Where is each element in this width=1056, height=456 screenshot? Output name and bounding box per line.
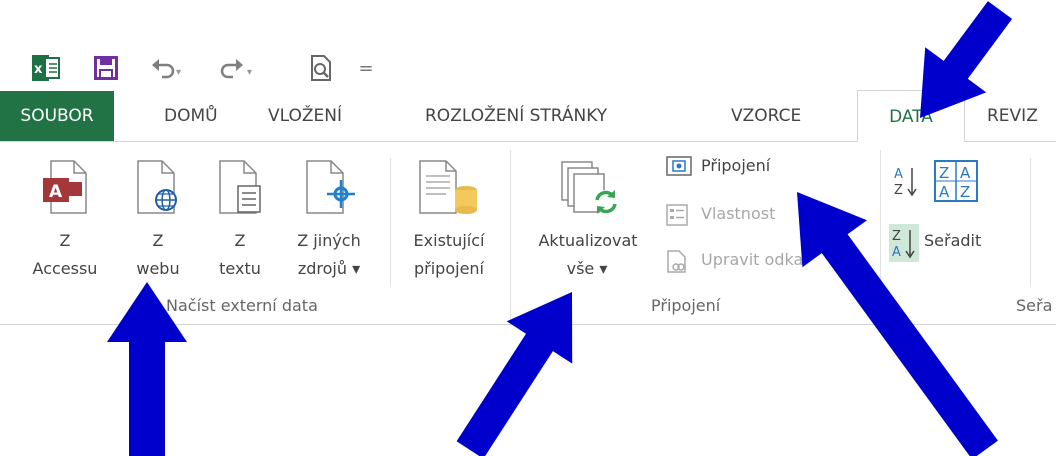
annotation-arrows [107, 1, 1013, 456]
arrow-to-aktualizovat [456, 292, 573, 456]
arrow-to-pripojeni [797, 192, 998, 456]
arrow-to-data-tab [920, 1, 1013, 119]
arrow-to-z-webu [107, 282, 187, 456]
